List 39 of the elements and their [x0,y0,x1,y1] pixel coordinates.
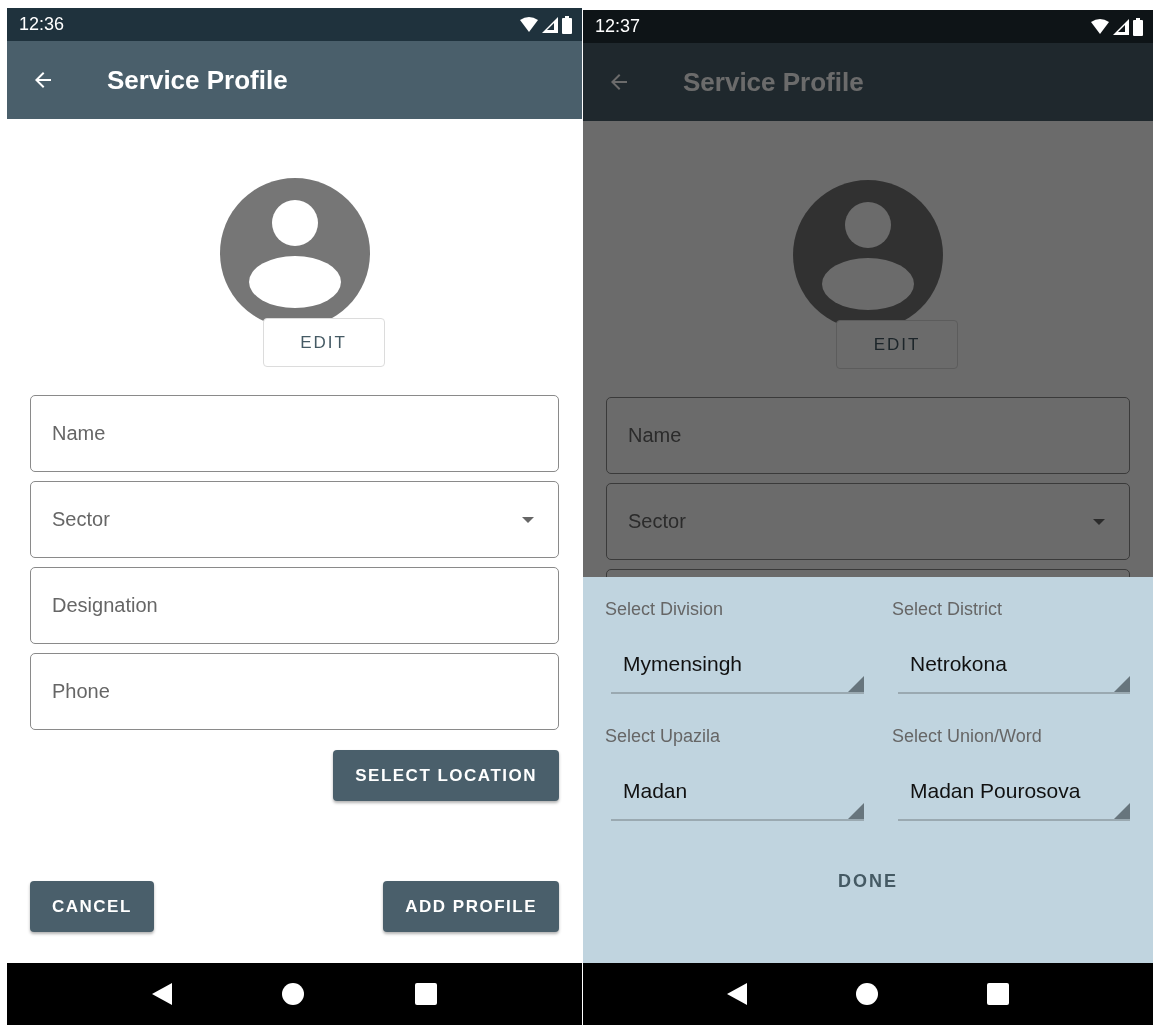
status-time: 12:36 [19,14,65,35]
select-location-button[interactable]: SELECT LOCATION [333,750,559,801]
home-circle-icon[interactable] [282,983,305,1005]
input-field[interactable]: Phone [30,653,559,730]
spinner-corner-icon [848,803,864,819]
input-field[interactable]: Designation [30,567,559,644]
select-label: Select Union/Word [892,726,1043,747]
select-label: Select District [892,599,1004,620]
add-profile-button[interactable]: ADD PROFILE [383,881,559,932]
dropdown-field[interactable]: Sector [30,481,559,558]
battery-icon [1133,17,1143,36]
screen-title: Service Profile [107,64,288,96]
spinner-corner-icon [1114,803,1130,819]
wifi-icon [1091,18,1109,35]
spinner-field[interactable]: Madan [611,779,864,821]
select-label: Select Upazila [605,726,722,747]
select-label: Select Division [605,599,725,620]
input-field[interactable]: Name [30,395,559,472]
home-circle-icon[interactable] [856,983,878,1005]
spinner-field[interactable]: Mymensingh [611,652,864,694]
back-triangle-icon[interactable] [727,983,748,1005]
signal-icon [542,16,558,33]
back-triangle-icon[interactable] [152,983,173,1005]
recents-square-icon[interactable] [414,983,437,1005]
dropdown-caret-icon [522,516,534,523]
spinner-field[interactable]: Netrokona [898,652,1130,694]
wifi-icon [520,16,538,33]
spinner-field[interactable]: Madan Pourosova [898,779,1130,821]
screen-title: Service Profile [683,66,864,98]
spinner-corner-icon [1114,676,1130,692]
edit-button[interactable]: EDIT [262,318,385,367]
recents-square-icon[interactable] [986,983,1009,1005]
signal-icon [1113,18,1129,35]
battery-icon [562,15,572,34]
status-time: 12:37 [595,16,641,37]
dropdown-caret-icon [1093,518,1105,525]
cancel-button[interactable]: CANCEL [30,881,154,932]
done-button[interactable]: DONE [826,863,910,900]
spinner-corner-icon [848,676,864,692]
